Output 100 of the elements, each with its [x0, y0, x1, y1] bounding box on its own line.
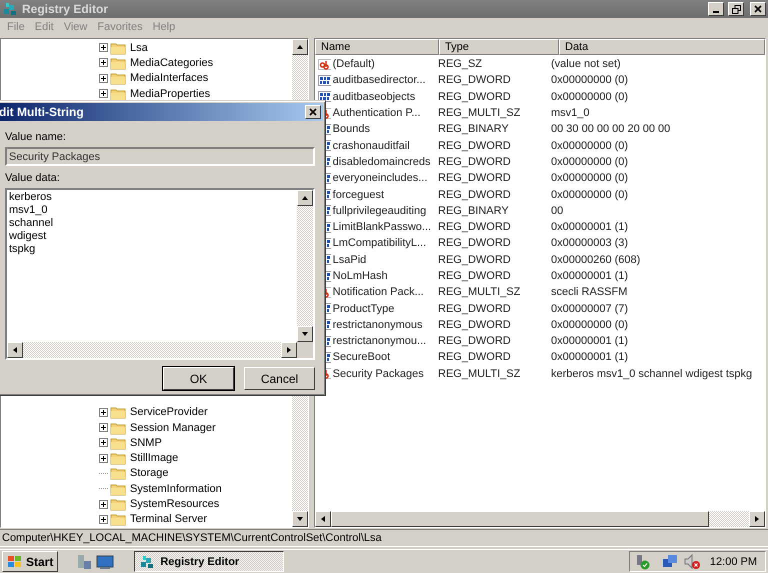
- network-icon[interactable]: [662, 554, 678, 570]
- expand-icon[interactable]: [99, 454, 108, 463]
- scroll-left-button[interactable]: [7, 342, 23, 358]
- registry-path: Computer\HKEY_LOCAL_MACHINE\SYSTEM\CurrentControlSet\Control\Lsa: [2, 532, 382, 544]
- expand-icon[interactable]: [99, 89, 108, 98]
- restore-button[interactable]: [728, 2, 744, 16]
- tree-item[interactable]: Lsa: [130, 42, 148, 54]
- value-data: 0x00000000 (0): [550, 74, 630, 86]
- value-name[interactable]: Authentication P...: [332, 107, 432, 120]
- dialog-button[interactable]: Cancel: [244, 367, 315, 390]
- scroll-up-button[interactable]: [297, 190, 313, 206]
- value-name[interactable]: restrictanonymou...: [332, 335, 432, 348]
- folder-icon: [110, 451, 126, 466]
- column-header[interactable]: Name: [315, 39, 439, 55]
- expand-icon[interactable]: [99, 423, 108, 432]
- horizontal-scrollbar[interactable]: [315, 511, 765, 527]
- expand-icon[interactable]: [99, 74, 108, 83]
- value-name[interactable]: fullprivilegeauditing: [332, 204, 432, 217]
- folder-icon: [110, 56, 126, 70]
- value-name[interactable]: LimitBlankPasswo...: [332, 221, 432, 234]
- dialog-button[interactable]: OK: [163, 367, 234, 390]
- close-button[interactable]: [305, 105, 321, 119]
- value-name[interactable]: (Default): [332, 58, 432, 70]
- scroll-down-button[interactable]: [292, 511, 308, 527]
- windows-logo-icon: [7, 554, 23, 568]
- value-data: 0x00000007 (7): [550, 302, 630, 315]
- value-name[interactable]: SecureBoot: [332, 351, 432, 364]
- tree-item[interactable]: MediaProperties: [130, 88, 210, 100]
- tree-item[interactable]: MediaCategories: [130, 56, 214, 69]
- expand-icon[interactable]: [99, 58, 108, 68]
- tree-item[interactable]: SNMP: [130, 436, 162, 449]
- folder-icon: [110, 512, 126, 526]
- value-name[interactable]: Bounds: [332, 123, 432, 136]
- value-name[interactable]: restrictanonymous: [332, 318, 432, 331]
- scroll-right-button[interactable]: [281, 342, 297, 358]
- value-name[interactable]: NoLmHash: [332, 270, 432, 282]
- value-data: scecli RASSFM: [550, 286, 628, 298]
- expand-icon[interactable]: [99, 500, 108, 509]
- value-name[interactable]: disabledomaincreds: [332, 156, 432, 168]
- tree-item[interactable]: Storage: [130, 467, 169, 480]
- tree-item[interactable]: Session Manager: [130, 422, 216, 434]
- value-name[interactable]: crashonauditfail: [332, 140, 432, 152]
- value-data-field[interactable]: kerberos msv1_0 schannel wdigest tspkg: [5, 188, 315, 360]
- tree-item[interactable]: ServiceProvider: [130, 406, 208, 418]
- scroll-up-button[interactable]: [292, 39, 308, 55]
- scroll-left-button[interactable]: [315, 511, 331, 527]
- expand-icon[interactable]: [99, 514, 108, 524]
- field-label: Value data:: [5, 172, 61, 184]
- vertical-scrollbar[interactable]: [297, 190, 313, 342]
- value-name[interactable]: everyoneincludes...: [332, 172, 432, 184]
- value-name[interactable]: LmCompatibilityL...: [332, 237, 432, 250]
- value-type: REG_SZ: [437, 58, 484, 70]
- value-name[interactable]: auditbasedirector...: [332, 74, 432, 86]
- value-data: (value not set): [550, 58, 622, 70]
- string-value-icon: [318, 58, 331, 71]
- value-name[interactable]: auditbaseobjects: [332, 90, 432, 103]
- speaker-muted-icon[interactable]: [684, 554, 700, 570]
- value-type: REG_DWORD: [437, 188, 512, 201]
- arrow-icon: [301, 194, 309, 202]
- value-data: 0x00000000 (0): [550, 156, 630, 168]
- tree-item[interactable]: MediaInterfaces: [130, 72, 208, 84]
- registry-icon: [139, 554, 156, 570]
- tree-item[interactable]: Terminal Server: [130, 513, 208, 526]
- value-type: REG_DWORD: [437, 302, 512, 315]
- value-name[interactable]: LsaPid: [332, 254, 432, 266]
- value-type: REG_MULTI_SZ: [437, 107, 522, 120]
- value-type: REG_DWORD: [437, 172, 512, 184]
- scroll-thumb[interactable]: [331, 511, 709, 527]
- expand-icon[interactable]: [99, 438, 108, 448]
- value-name[interactable]: forceguest: [332, 188, 432, 201]
- tree-item[interactable]: SystemInformation: [130, 482, 222, 495]
- value-data: 0x00000001 (1): [550, 351, 630, 364]
- tree-item[interactable]: SystemResources: [130, 498, 220, 510]
- folder-icon: [110, 71, 126, 86]
- value-type: REG_DWORD: [437, 140, 512, 152]
- tree-item[interactable]: StillImage: [130, 452, 178, 464]
- value-type: REG_DWORD: [437, 237, 512, 250]
- column-header[interactable]: Type: [439, 39, 559, 55]
- folder-icon: [110, 466, 126, 480]
- scroll-right-button[interactable]: [749, 511, 765, 527]
- column-header[interactable]: Data: [559, 39, 765, 55]
- close-button[interactable]: [750, 2, 766, 16]
- value-type: REG_BINARY: [437, 123, 510, 136]
- value-name[interactable]: Security Packages: [332, 368, 432, 380]
- expand-icon[interactable]: [99, 408, 108, 417]
- scroll-down-button[interactable]: [297, 326, 313, 342]
- value-name[interactable]: Notification Pack...: [332, 286, 432, 298]
- folder-icon: [110, 482, 126, 496]
- minimize-button[interactable]: [708, 2, 724, 16]
- value-name[interactable]: ProductType: [332, 302, 432, 315]
- server-manager-icon[interactable]: [76, 554, 92, 570]
- folder-icon: [110, 420, 126, 435]
- expand-icon[interactable]: [99, 43, 108, 52]
- value-name-field[interactable]: Security Packages: [5, 147, 315, 166]
- taskbar-button[interactable]: Registry Editor: [134, 551, 284, 572]
- start-button[interactable]: Start: [2, 551, 58, 572]
- value-type: REG_DWORD: [437, 254, 512, 266]
- value-data: 0x00000000 (0): [550, 188, 630, 201]
- horizontal-scrollbar[interactable]: [7, 342, 297, 358]
- desktop-icon[interactable]: [96, 554, 114, 568]
